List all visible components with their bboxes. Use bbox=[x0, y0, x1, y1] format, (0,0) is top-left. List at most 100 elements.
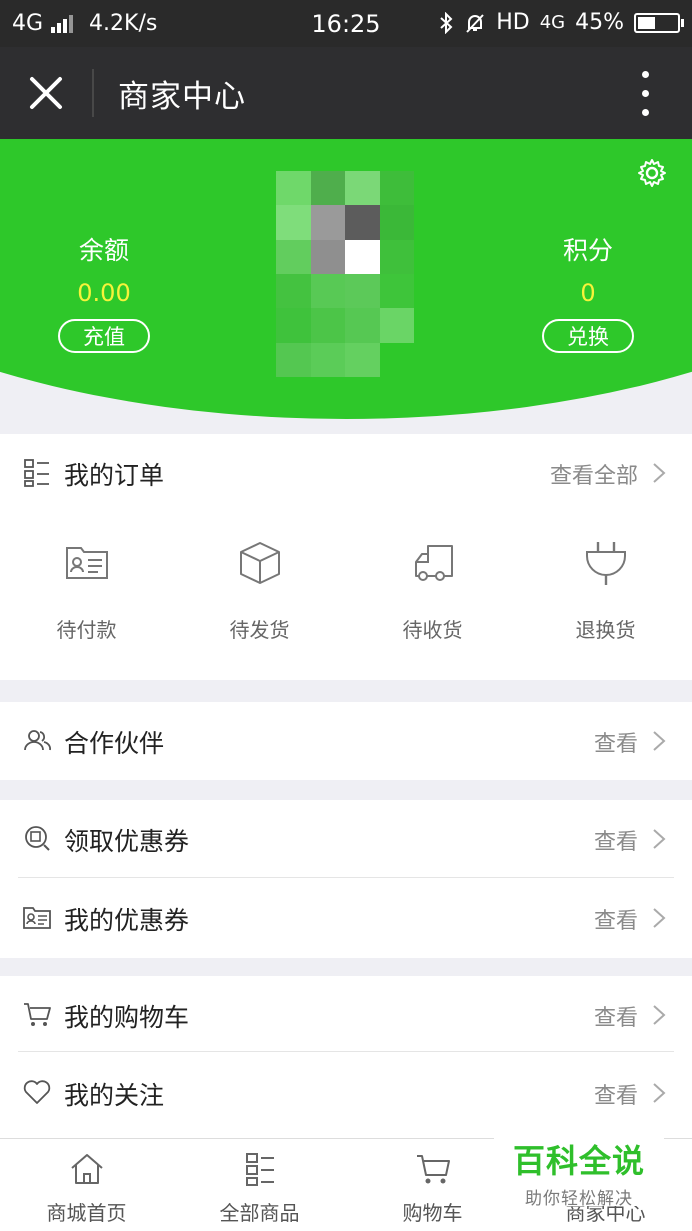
title-divider bbox=[92, 69, 94, 117]
avatar-pixel bbox=[276, 308, 311, 343]
avatar-pixel bbox=[310, 171, 345, 206]
more-options-icon[interactable] bbox=[640, 71, 650, 117]
avatar-pixel bbox=[379, 171, 414, 206]
balance-label: 余额 bbox=[78, 236, 129, 265]
avatar-pixel bbox=[276, 205, 311, 240]
avatar-pixel bbox=[345, 342, 380, 377]
partners-card: 合作伙伴 查看 bbox=[0, 702, 692, 780]
partners-label: 合作伙伴 bbox=[64, 729, 165, 758]
id-card-icon bbox=[65, 547, 108, 579]
title-bar: 商家中心 bbox=[0, 47, 692, 139]
avatar-pixel bbox=[310, 239, 345, 274]
order-status-label: 待发货 bbox=[229, 618, 290, 642]
avatar-pixel bbox=[276, 171, 311, 206]
partners-icon bbox=[24, 730, 51, 751]
coupon-search-icon bbox=[25, 826, 50, 851]
home-icon bbox=[70, 1154, 103, 1184]
my-orders-label: 我的订单 bbox=[64, 461, 165, 490]
points-value: 0 bbox=[580, 279, 596, 307]
chevron-right-icon bbox=[653, 1083, 666, 1103]
row-divider bbox=[18, 1051, 674, 1052]
avatar-pixel bbox=[379, 239, 414, 274]
avatar-pixel bbox=[345, 205, 380, 240]
get-coupons-view-link[interactable]: 查看 bbox=[594, 824, 638, 856]
chevron-right-icon bbox=[653, 463, 666, 483]
avatar-pixel bbox=[276, 342, 311, 377]
network-type-2: 4G bbox=[539, 12, 566, 33]
avatar-pixel bbox=[379, 273, 414, 309]
balance-value: 0.00 bbox=[77, 279, 131, 307]
my-cart-row[interactable]: 我的购物车 查看 bbox=[0, 976, 692, 1054]
avatar-pixel bbox=[345, 239, 380, 274]
box-icon bbox=[239, 542, 280, 584]
heart-icon bbox=[23, 1080, 51, 1104]
order-status-pending-shipment[interactable]: 待发货 bbox=[173, 538, 346, 643]
settings-gear-icon[interactable] bbox=[636, 157, 668, 189]
grid-list-icon bbox=[245, 1153, 274, 1186]
battery-icon bbox=[634, 12, 684, 33]
bluetooth-icon bbox=[440, 11, 453, 34]
partners-row[interactable]: 合作伙伴 查看 bbox=[0, 702, 692, 780]
exchange-button[interactable]: 兑换 bbox=[542, 319, 634, 353]
order-status-label: 退换货 bbox=[575, 618, 636, 642]
view-all-link[interactable]: 查看全部 bbox=[550, 458, 638, 490]
my-orders-row[interactable]: 我的订单 查看全部 bbox=[0, 434, 692, 512]
avatar-pixel bbox=[379, 308, 414, 343]
tab-label: 全部商品 bbox=[219, 1201, 300, 1225]
my-cart-view-link[interactable]: 查看 bbox=[594, 1000, 638, 1032]
mute-bell-icon bbox=[466, 13, 484, 33]
avatar-pixel bbox=[310, 273, 345, 309]
shopping-card: 我的购物车 查看 我的关注 查看 bbox=[0, 976, 692, 1138]
avatar-pixel bbox=[345, 171, 380, 206]
my-follows-row[interactable]: 我的关注 查看 bbox=[0, 1054, 692, 1132]
truck-icon bbox=[414, 545, 453, 581]
my-cart-label: 我的购物车 bbox=[64, 1003, 190, 1032]
my-coupons-row[interactable]: 我的优惠券 查看 bbox=[0, 879, 692, 957]
get-coupons-row[interactable]: 领取优惠券 查看 bbox=[0, 800, 692, 878]
close-icon[interactable] bbox=[26, 73, 66, 113]
my-coupons-view-link[interactable]: 查看 bbox=[594, 903, 638, 935]
avatar-pixel bbox=[379, 205, 414, 240]
order-status-label: 待付款 bbox=[56, 618, 117, 642]
chevron-right-icon bbox=[653, 1005, 666, 1025]
watermark-subtitle: 助你轻松解决 bbox=[525, 1189, 633, 1209]
avatar-pixel bbox=[379, 342, 414, 377]
page-title: 商家中心 bbox=[118, 79, 246, 115]
plug-icon bbox=[585, 542, 626, 585]
battery-percent: 45% bbox=[575, 10, 624, 35]
status-right: HD 4G 45% bbox=[438, 10, 684, 35]
partners-view-link[interactable]: 查看 bbox=[594, 726, 638, 758]
chevron-right-icon bbox=[653, 731, 666, 751]
coupon-card-icon bbox=[23, 907, 51, 929]
points-block: 积分 0 兑换 bbox=[518, 231, 658, 353]
order-status-returns[interactable]: 退换货 bbox=[519, 538, 692, 643]
tab-all-products[interactable]: 全部商品 bbox=[173, 1139, 346, 1231]
avatar[interactable] bbox=[276, 171, 414, 377]
my-coupons-label: 我的优惠券 bbox=[64, 906, 190, 935]
avatar-pixel bbox=[276, 239, 311, 274]
watermark-logo: 百科全说 助你轻松解决 bbox=[494, 1122, 664, 1209]
recharge-button[interactable]: 充值 bbox=[58, 319, 150, 353]
avatar-pixel bbox=[276, 273, 311, 309]
avatar-pixel bbox=[345, 308, 380, 343]
watermark-title: 百科全说 bbox=[512, 1142, 645, 1180]
tab-label: 商城首页 bbox=[46, 1201, 127, 1225]
status-bar: 4G 4.2K/s 16:25 HD 4G 45% bbox=[0, 0, 692, 47]
orders-card: 我的订单 查看全部 待付款 待发货 待收货 退换货 bbox=[0, 434, 692, 680]
get-coupons-label: 领取优惠券 bbox=[64, 827, 190, 856]
coupons-card: 领取优惠券 查看 我的优惠券 查看 bbox=[0, 800, 692, 958]
order-status-pending-payment[interactable]: 待付款 bbox=[0, 538, 173, 643]
points-label: 积分 bbox=[562, 236, 613, 265]
order-list-icon bbox=[24, 459, 49, 487]
my-follows-label: 我的关注 bbox=[64, 1081, 165, 1110]
order-status-pending-receipt[interactable]: 待收货 bbox=[346, 538, 519, 643]
cart-icon bbox=[24, 1003, 51, 1026]
chevron-right-icon bbox=[653, 908, 666, 928]
tab-home[interactable]: 商城首页 bbox=[0, 1139, 173, 1231]
account-summary: 余额 0.00 充值 积分 0 兑换 bbox=[0, 139, 692, 419]
avatar-pixel bbox=[310, 342, 345, 377]
row-divider bbox=[18, 877, 674, 878]
avatar-pixel bbox=[310, 205, 345, 240]
my-follows-view-link[interactable]: 查看 bbox=[594, 1078, 638, 1110]
order-status-label: 待收货 bbox=[402, 618, 463, 642]
